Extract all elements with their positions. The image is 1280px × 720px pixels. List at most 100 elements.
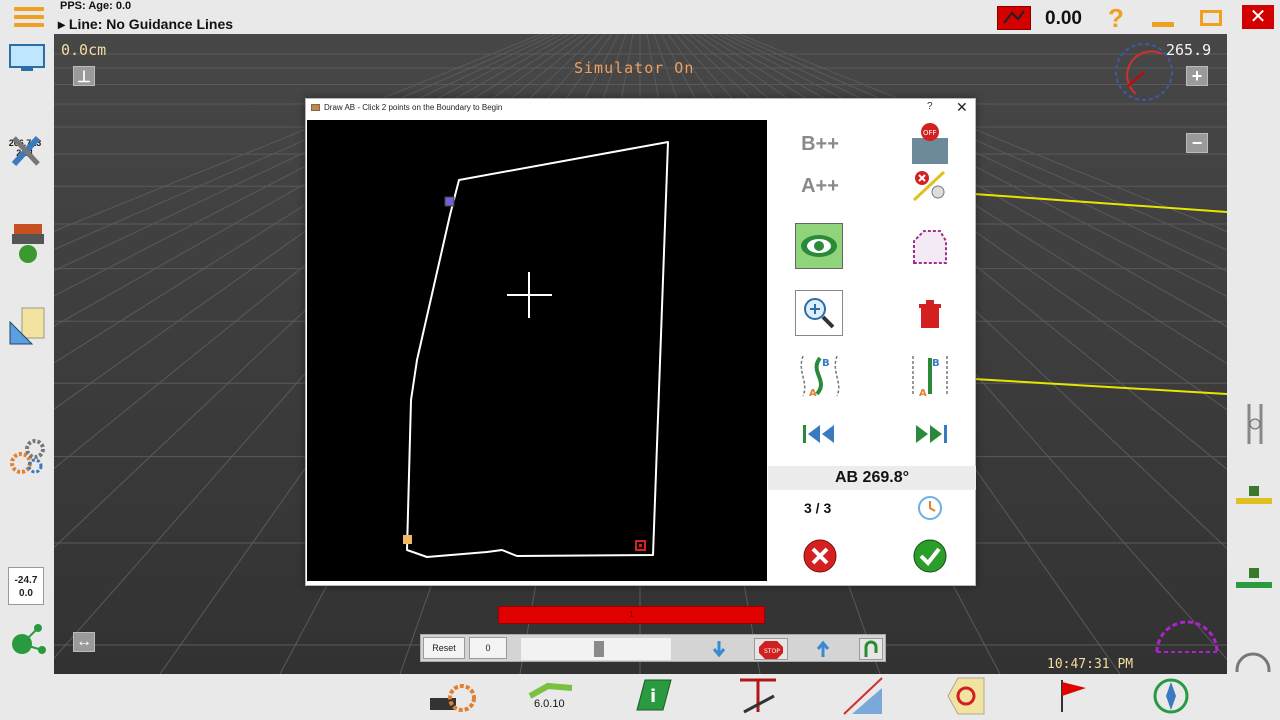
boundary-drawing — [403, 141, 669, 558]
dialog-app-icon — [311, 104, 320, 111]
menu-hamburger-icon[interactable] — [14, 7, 44, 27]
right-toolbar: M — [1227, 34, 1280, 706]
ruler-measure-icon[interactable] — [8, 306, 48, 348]
display-icon[interactable] — [9, 44, 45, 72]
sim-slider-thumb[interactable] — [594, 641, 604, 657]
draw-ab-dialog: Draw AB - Click 2 points on the Boundary… — [305, 98, 976, 586]
point-delete-icon — [912, 170, 946, 202]
top-bar: PPS: Age: 0.0 ▸ Line: No Guidance Lines … — [0, 0, 1280, 34]
zoom-button[interactable] — [795, 290, 843, 336]
skip-back-icon — [803, 425, 834, 443]
svg-text:B: B — [822, 358, 830, 369]
sim-speed-slider[interactable] — [521, 638, 671, 660]
uturn-tool-icon[interactable] — [736, 676, 780, 716]
ok-button[interactable] — [905, 532, 955, 580]
a-plus-plus-label: A++ — [801, 174, 839, 197]
left-toolbar: 266.713 2.91 -24.7 0.0 — [0, 34, 54, 674]
curve-ab-icon: B A — [800, 355, 840, 399]
sim-steer-value: 0 — [469, 637, 507, 659]
boundary-shape-icon — [913, 230, 947, 264]
svg-text:OFF: OFF — [923, 129, 937, 137]
section-control-icon[interactable] — [1241, 402, 1269, 446]
b-plus-plus-button[interactable]: B++ — [795, 120, 845, 168]
agopen-app: 0.0cm 265.9 Simulator On 10:47:31 PM ⊥ +… — [0, 0, 1280, 720]
version-label: 6.0.10 — [534, 698, 565, 710]
draw-ab-toolpanel: B++ OFF A++ B A B A AB 269.8° 3 / 3 — [768, 120, 976, 585]
close-app-button[interactable]: ✕ — [1242, 5, 1274, 29]
speed-down-icon[interactable] — [711, 639, 727, 659]
show-lines-toggle[interactable] — [795, 223, 843, 269]
pan-arrows-icon[interactable]: ↔ — [73, 632, 95, 652]
help-icon[interactable]: ? — [1108, 3, 1124, 34]
map-off-button[interactable]: OFF — [905, 120, 955, 168]
simulator-controls: Reset 0 STOP — [420, 634, 886, 662]
tram-lines-icon[interactable] — [842, 676, 884, 716]
clock-icon — [918, 496, 942, 520]
ok-check-icon — [913, 539, 947, 573]
dialog-title: Draw AB - Click 2 points on the Boundary… — [324, 103, 503, 112]
time-button[interactable] — [905, 484, 955, 532]
svg-text:B: B — [932, 358, 940, 369]
map-off-icon: OFF — [912, 123, 948, 164]
zoom-magnifier-icon — [804, 298, 835, 329]
boundary-point-b — [403, 535, 412, 544]
implement-icon[interactable] — [1235, 566, 1273, 596]
pps-age: PPS: Age: 0.0 — [60, 0, 132, 12]
line-count: 3 / 3 — [804, 500, 832, 516]
speed-up-icon[interactable] — [815, 639, 831, 659]
svg-text:STOP: STOP — [764, 648, 780, 655]
boundary-canvas[interactable] — [307, 120, 767, 581]
simulator-status: Simulator On — [574, 59, 695, 77]
cross-track-error: 0.0cm — [61, 41, 107, 59]
settings-gears-icon[interactable] — [8, 436, 48, 476]
straight-ab-icon: B A — [912, 356, 948, 399]
speed-value: 0.00 — [1045, 8, 1082, 29]
a-plus-plus-button[interactable]: A++ — [795, 162, 845, 210]
field-info-icon[interactable]: i — [635, 678, 673, 712]
eye-icon — [801, 235, 837, 257]
svg-text:A: A — [809, 388, 817, 399]
zoom-out-button[interactable]: − — [1186, 133, 1208, 153]
dialog-help-button[interactable]: ? — [927, 101, 933, 112]
straight-ab-button[interactable]: B A — [905, 352, 955, 400]
maximize-button[interactable] — [1200, 10, 1222, 26]
svg-text:i: i — [650, 686, 656, 707]
guidance-line-status[interactable]: ▸ Line: No Guidance Lines — [58, 16, 233, 33]
cancel-button[interactable] — [795, 532, 845, 580]
ab-line-tool-icon[interactable] — [528, 678, 574, 700]
compass-icon[interactable] — [1152, 676, 1190, 716]
heading-readout: 265.9 — [1166, 41, 1212, 59]
network-nodes-icon[interactable] — [8, 620, 48, 660]
section-status-bar: 1 — [498, 606, 765, 624]
auto-section-icon[interactable] — [946, 676, 986, 716]
next-line-button[interactable] — [905, 410, 955, 458]
boundary-shape-button[interactable] — [905, 223, 955, 271]
boundary-point-a — [444, 196, 455, 207]
bottom-toolbar: i 6.0.10 — [0, 674, 1280, 720]
sim-reset-button[interactable]: Reset — [423, 637, 465, 659]
sim-stop-button[interactable]: STOP — [754, 638, 788, 660]
zoom-in-button[interactable]: + — [1186, 66, 1208, 86]
sim-uturn-button[interactable] — [859, 638, 883, 660]
clock: 10:47:31 PM — [1047, 657, 1134, 672]
tools-wrench-icon[interactable] — [8, 132, 46, 170]
field-plant-icon[interactable] — [8, 222, 48, 266]
previous-line-button[interactable] — [795, 410, 845, 458]
delete-button[interactable] — [905, 290, 955, 338]
minimize-button[interactable] — [1152, 22, 1174, 27]
skip-forward-icon — [916, 425, 947, 443]
dialog-close-button[interactable]: ✕ — [956, 99, 968, 116]
grid-toggle-icon[interactable]: ⊥ — [73, 66, 95, 86]
trash-icon — [919, 300, 941, 328]
curve-ab-button[interactable]: B A — [795, 352, 845, 400]
delete-point-button[interactable] — [905, 162, 955, 210]
cancel-x-icon — [803, 539, 837, 573]
b-plus-plus-label: B++ — [801, 132, 839, 155]
flag-icon[interactable] — [1056, 678, 1090, 714]
svg-text:A: A — [919, 388, 927, 399]
steering-wheel-icon[interactable] — [1235, 652, 1271, 672]
offset-value-box[interactable]: -24.7 0.0 — [8, 567, 44, 605]
tool-width-icon[interactable] — [1235, 484, 1273, 512]
tractor-settings-icon[interactable] — [428, 682, 476, 716]
gps-status-icon[interactable] — [997, 6, 1031, 30]
